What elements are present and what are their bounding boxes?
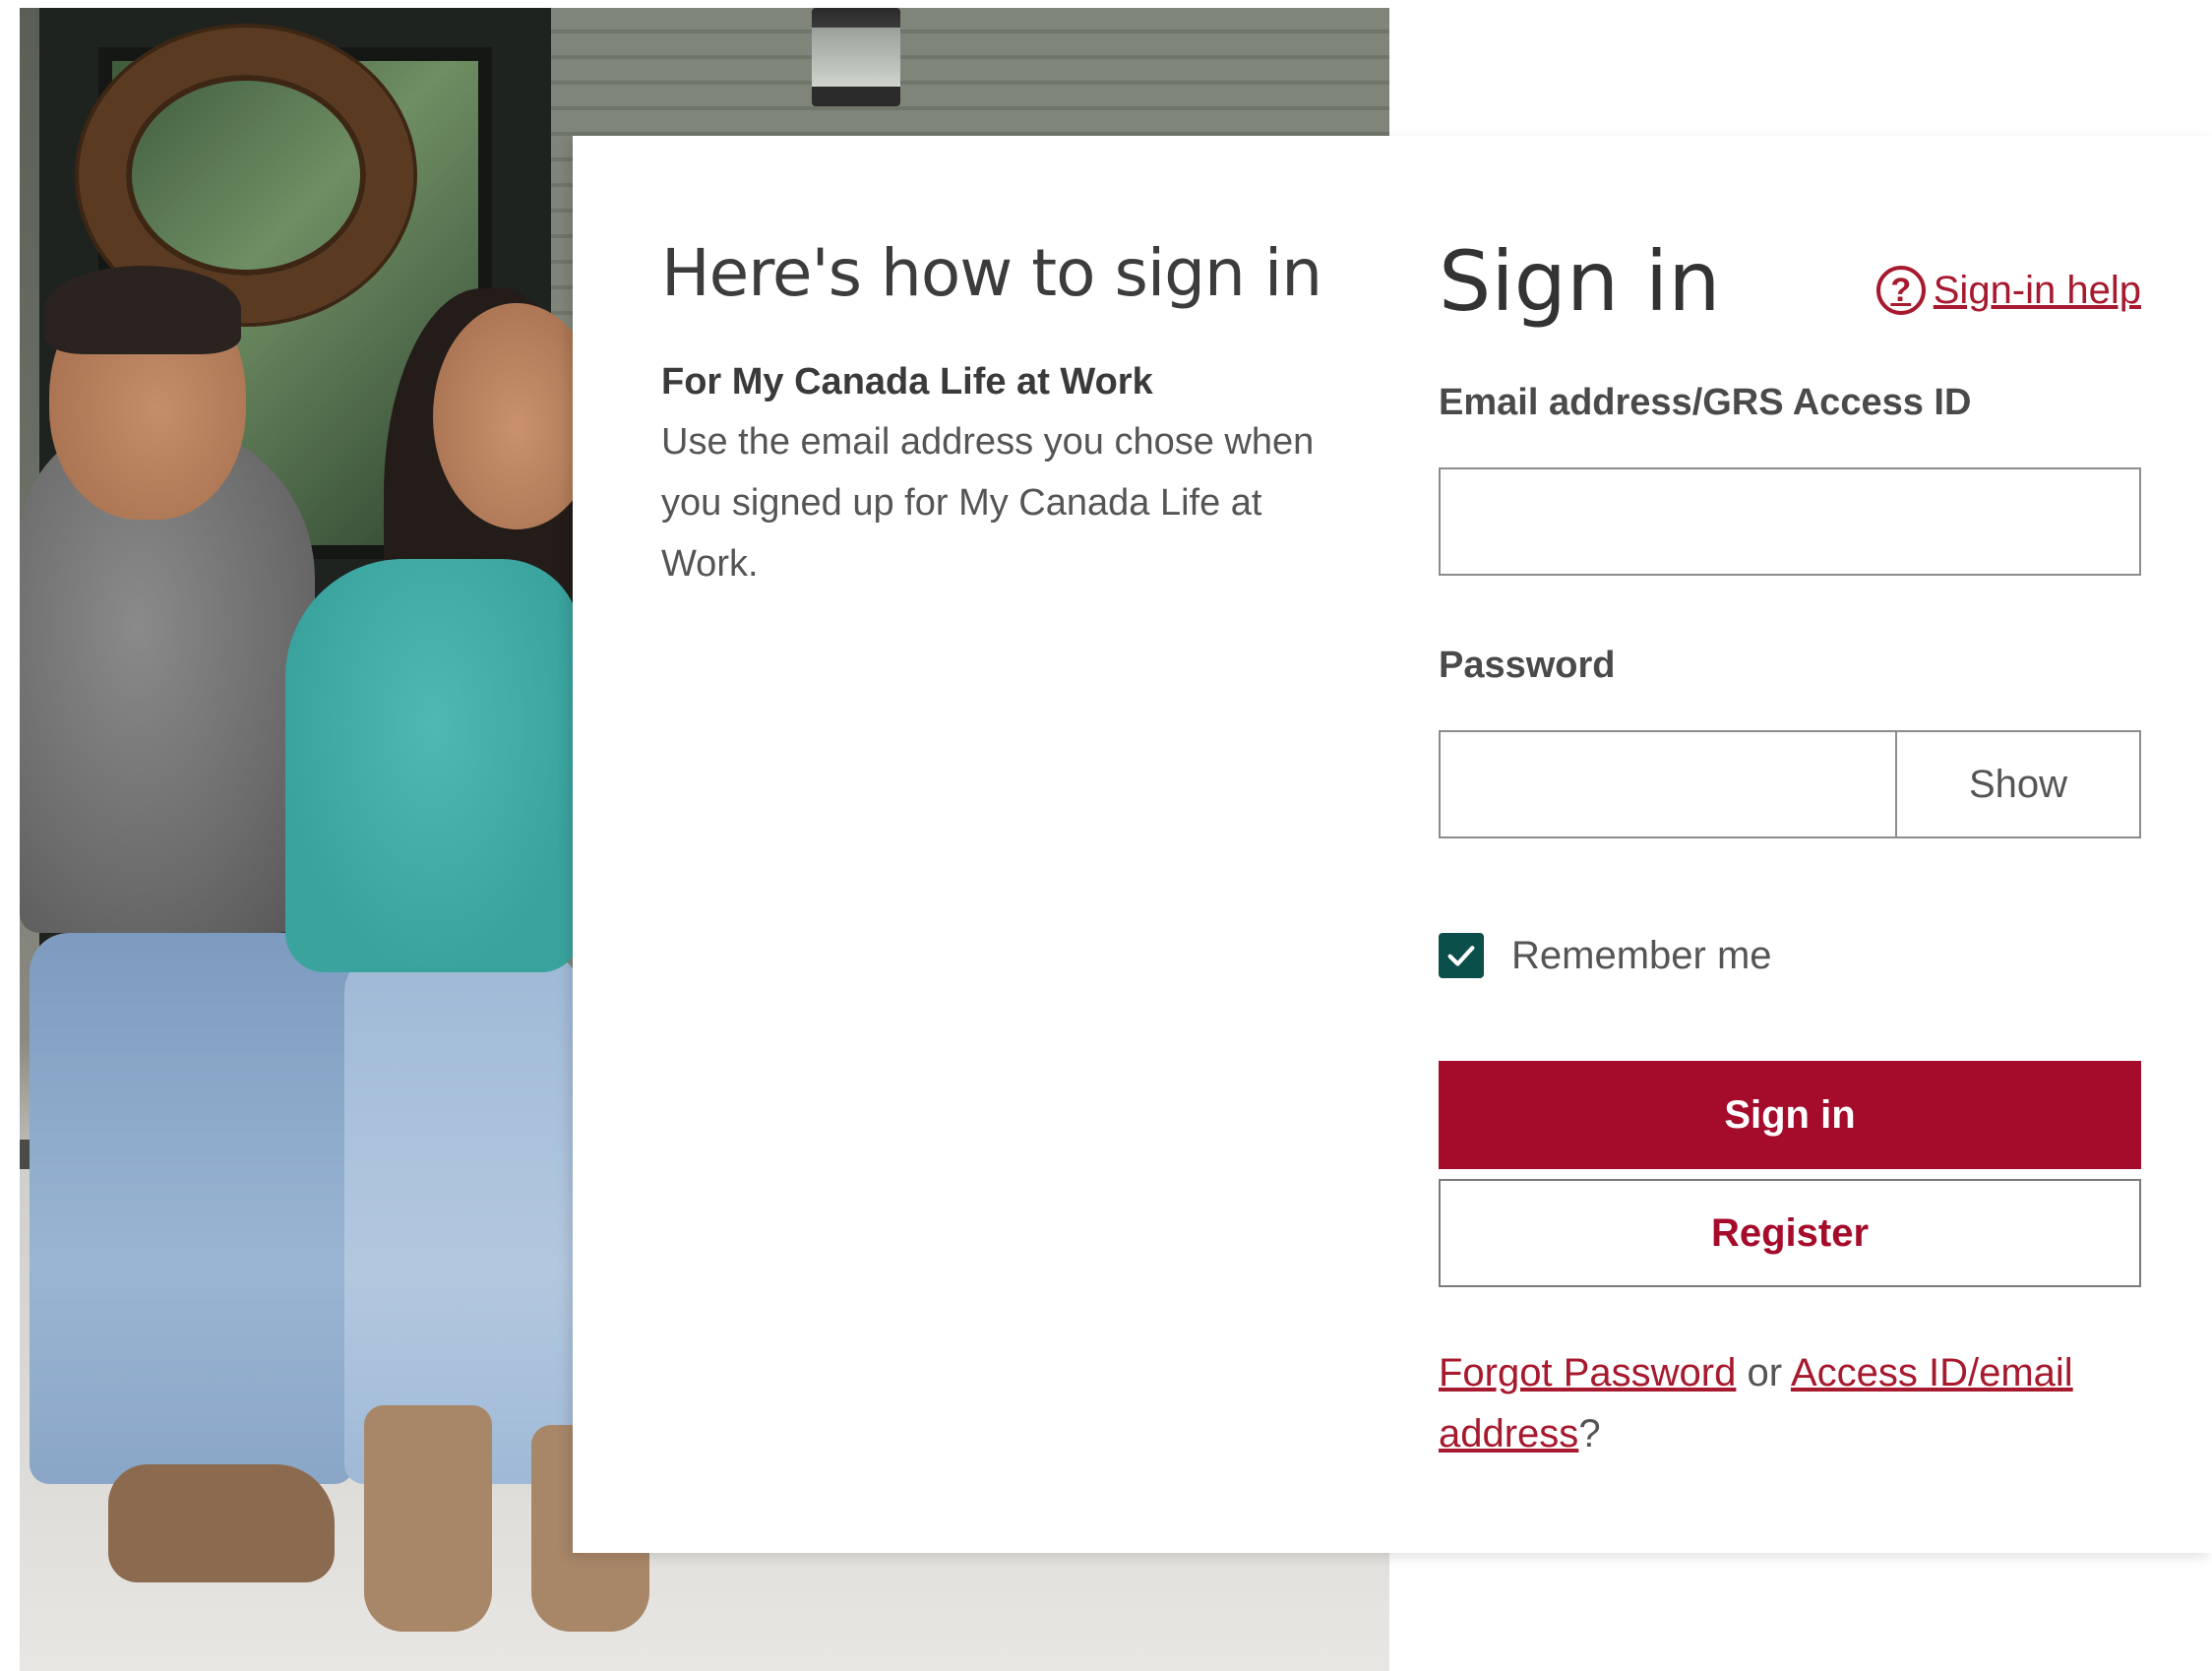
password-label: Password [1439,645,1616,686]
instructions-description: Use the email address you chose when you… [661,421,1315,586]
checkmark-icon [1447,946,1475,966]
remember-me-row: Remember me [1439,933,2141,978]
signin-title: Sign in [1439,233,1721,330]
signin-form: Sign in ? Sign-in help Email address/GRS… [1439,234,2141,1464]
signin-card: Here's how to sign in For My Canada Life… [573,136,2212,1553]
question-circle-icon: ? [1875,266,1926,315]
forgot-password-link[interactable]: Forgot Password [1439,1351,1736,1394]
remember-me-checkbox[interactable] [1439,933,1484,978]
signin-help-label: Sign-in help [1933,268,2141,312]
signin-help-link[interactable]: ? Sign-in help [1875,266,2141,315]
show-password-button[interactable]: Show [1897,730,2141,838]
form-header: Sign in ? Sign-in help [1439,234,2141,342]
page: Here's how to sign in For My Canada Life… [0,0,2212,1671]
password-row: Show [1439,730,2141,838]
email-label: Email address/GRS Access ID [1439,382,1972,423]
password-field[interactable] [1439,730,1897,838]
email-field[interactable] [1439,467,2141,576]
or-text: or [1736,1351,1791,1394]
instructions-panel: Here's how to sign in For My Canada Life… [661,234,1350,594]
forgot-credentials: Forgot Password or Access ID/email addre… [1439,1342,2141,1464]
sign-in-button[interactable]: Sign in [1439,1061,2141,1169]
instructions-heading: Here's how to sign in [661,235,1322,311]
question-mark-text: ? [1578,1412,1601,1455]
instructions-subheading: For My Canada Life at Work [661,361,1153,403]
register-button[interactable]: Register [1439,1179,2141,1287]
remember-me-label: Remember me [1511,933,1772,977]
